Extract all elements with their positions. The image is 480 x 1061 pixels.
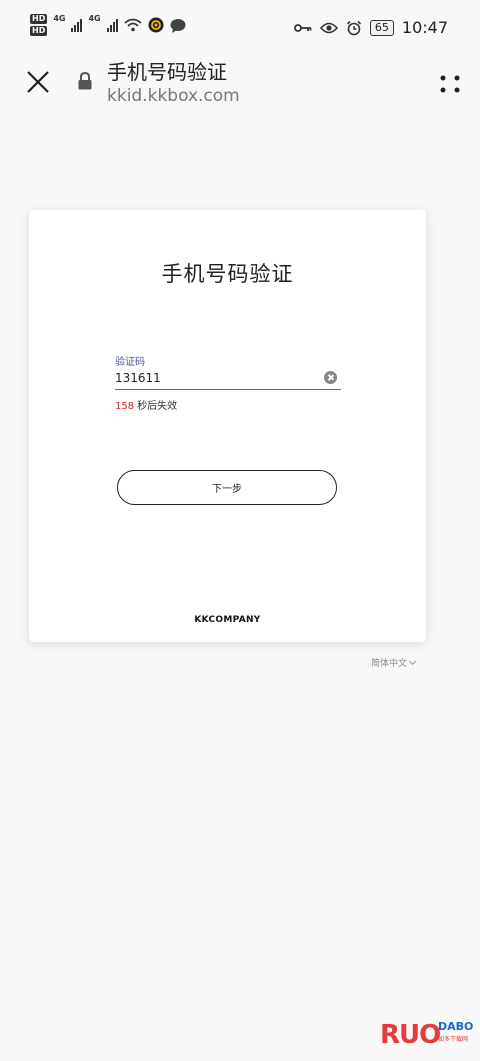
code-field: [115, 368, 341, 390]
page-url: kkid.kkbox.com: [107, 86, 240, 106]
brand-logo: KKCOMPANY: [194, 615, 261, 625]
accessibility-icon: [148, 17, 164, 33]
verification-card: 手机号码验证 验证码 158秒后失效 下一步 KKCOMPANY: [29, 210, 426, 642]
status-time: 10:47: [401, 18, 448, 37]
signal-icon: [106, 18, 118, 32]
chevron-down-icon: [408, 657, 417, 665]
more-icon: [440, 75, 460, 93]
status-bar: HD HD 4G 4G 65 10:47: [0, 0, 480, 56]
network-gen-label: 4G: [88, 14, 101, 23]
status-left: HD HD 4G 4G: [30, 14, 186, 36]
language-label: 简体中文: [371, 659, 408, 669]
hd-badge: HD: [30, 26, 48, 36]
network-tags: HD HD: [30, 14, 48, 36]
page-title: 手机号码验证: [107, 60, 227, 84]
network-gen-label: 4G: [53, 14, 66, 23]
watermark-text: RUO: [380, 1020, 441, 1050]
close-icon: [27, 71, 49, 93]
app-screen: HD HD 4G 4G 65 10:47 手机号码验证 kkid.kkbox.c…: [0, 0, 480, 1061]
close-button[interactable]: [24, 68, 52, 96]
clear-input-icon[interactable]: [324, 371, 337, 384]
watermark-accent: DABO: [438, 1020, 474, 1033]
more-button[interactable]: [436, 72, 464, 96]
eye-icon: [319, 22, 338, 33]
countdown-seconds: 158: [115, 401, 135, 412]
code-field-label: 验证码: [115, 357, 145, 368]
code-input[interactable]: [115, 368, 315, 388]
signal-icon: [71, 18, 83, 32]
wifi-icon: [124, 18, 142, 32]
key-icon: [293, 23, 312, 32]
status-right: 65 10:47: [293, 18, 448, 37]
battery-icon: 65: [369, 19, 394, 36]
alarm-icon: [346, 20, 361, 35]
browser-header: 手机号码验证 kkid.kkbox.com: [0, 56, 480, 116]
language-selector[interactable]: 简体中文: [371, 656, 417, 669]
expire-text: 秒后失效: [137, 401, 178, 412]
watermark-subtext: 如多下载网: [438, 1036, 469, 1043]
card-title: 手机号码验证: [161, 262, 294, 286]
lock-icon: [78, 72, 92, 90]
expire-notice: 158 秒后失效: [115, 397, 177, 412]
next-button[interactable]: 下一步: [117, 470, 337, 505]
chat-icon: [170, 18, 186, 33]
hd-badge: HD: [30, 14, 48, 24]
watermark-logo: RUO DABO 如多下载网: [380, 1020, 474, 1056]
